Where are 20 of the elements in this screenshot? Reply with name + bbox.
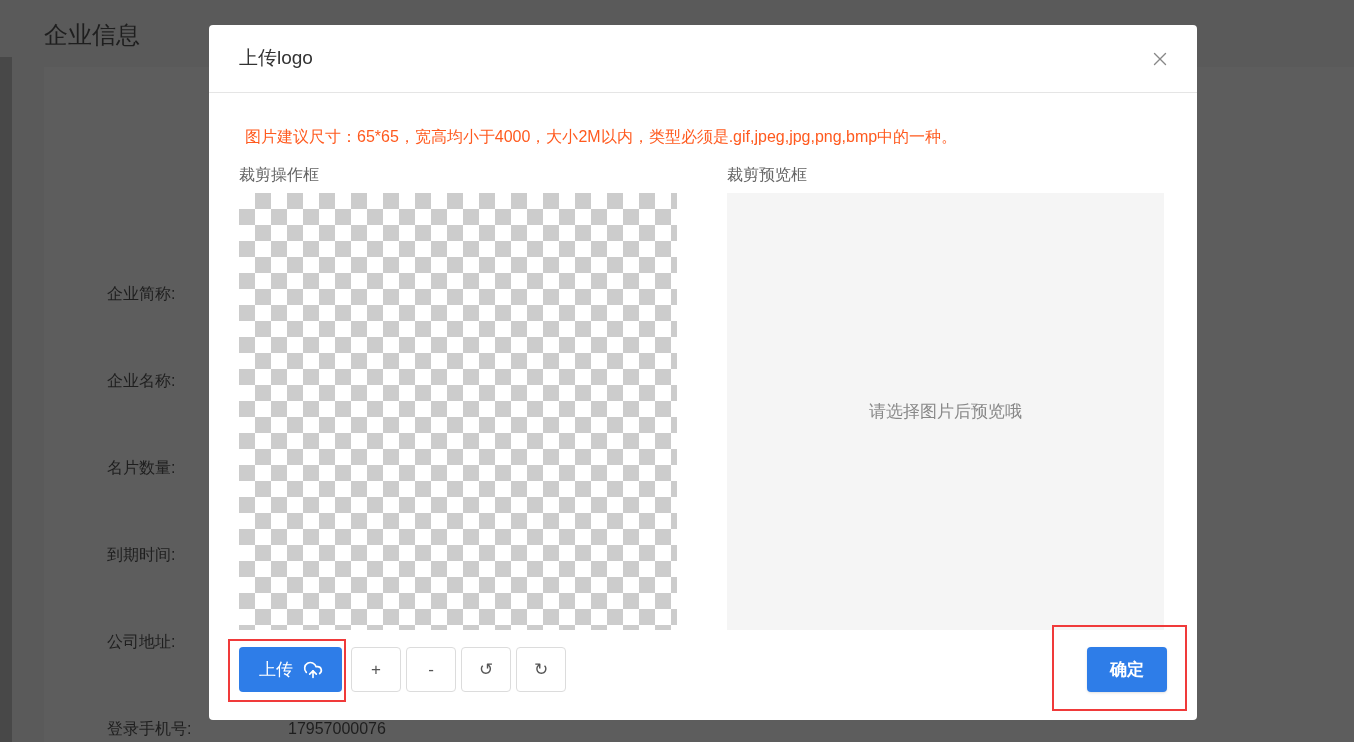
tool-button[interactable]: ↺ [461,647,511,692]
cloud-upload-icon [302,659,323,680]
field-label: 企业名称: [107,371,177,391]
preview-panel: 请选择图片后预览哦 [727,193,1164,630]
crop-label: 裁剪操作框 [239,165,320,185]
dialog-title: 上传logo [239,46,313,71]
confirm-button[interactable]: 确定 [1087,647,1167,692]
field-label: 到期时间: [107,545,177,565]
tool-button[interactable]: - [406,647,456,692]
field-label: 登录手机号: [107,719,193,739]
upload-button[interactable]: 上传 [239,647,342,692]
field-label: 公司地址: [107,632,177,652]
field-label: 名片数量: [107,458,177,478]
preview-label: 裁剪预览框 [727,165,808,185]
notice-text: 图片建议尺寸：65*65，宽高均小于4000，大小2M以内，类型必须是.gif,jpeg,jpg,png,bmp中的一种。 [245,128,958,145]
tool-button[interactable]: + [351,647,401,692]
field-label: 企业简称: [107,284,177,304]
tool-button[interactable]: ↻ [516,647,566,692]
field-value: 17957000076 [288,719,386,739]
page-title: 企业信息 [44,19,140,50]
